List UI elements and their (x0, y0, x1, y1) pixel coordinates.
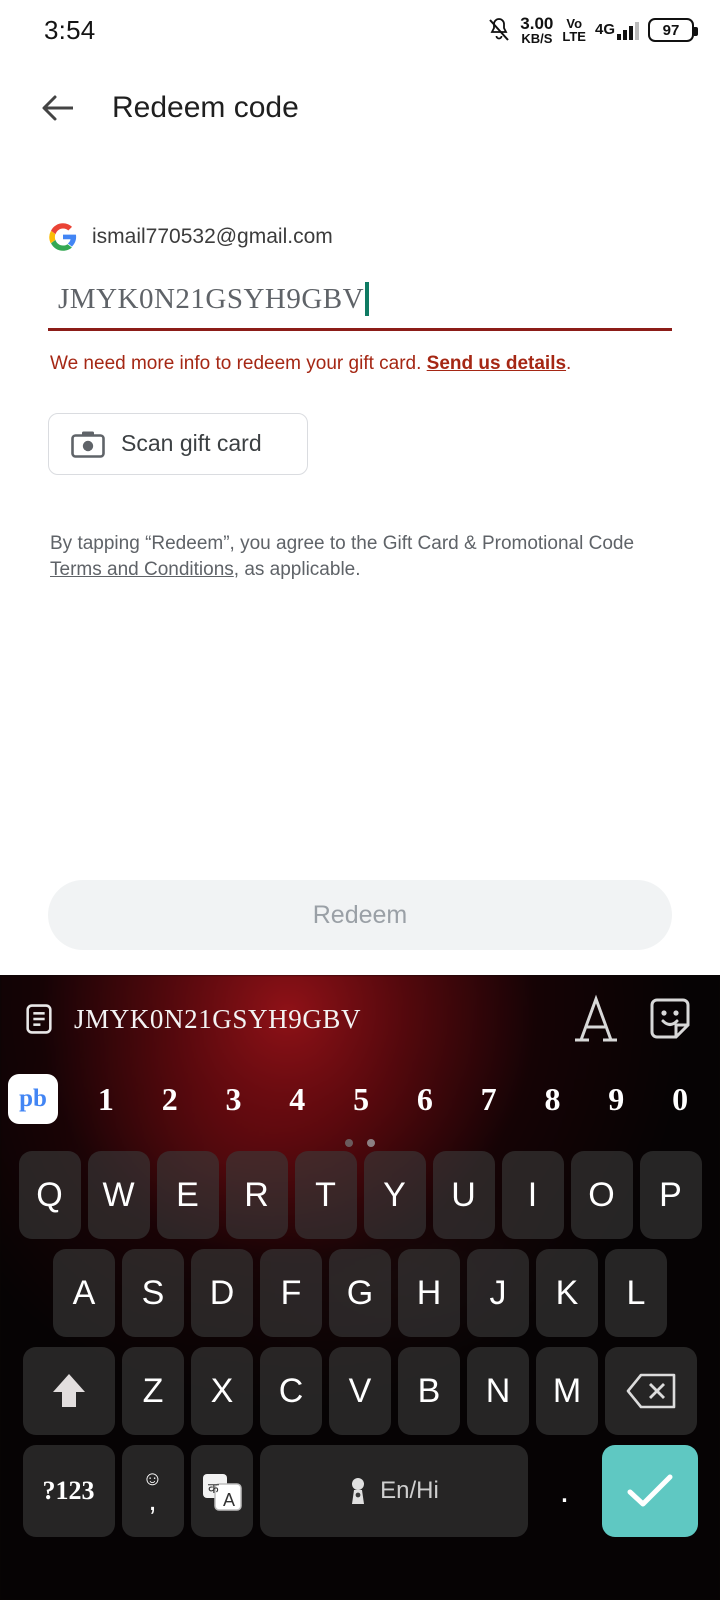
keyboard-row-3: Z X C V B N M (0, 1347, 720, 1435)
key-0[interactable]: 0 (648, 1081, 712, 1118)
comma-key[interactable]: ☺ , (121, 1445, 184, 1537)
status-bar: 3:54 3.00 KB/S Vo LTE 4G 97 (0, 0, 720, 60)
comma-label: , (148, 1484, 157, 1517)
google-g-icon (48, 222, 78, 252)
key-r[interactable]: R (225, 1151, 288, 1239)
main-content: ismail770532@gmail.com JMYK0N21GSYH9GBV … (0, 222, 720, 583)
key-i[interactable]: I (501, 1151, 564, 1239)
suggestion-text[interactable]: JMYK0N21GSYH9GBV (74, 1004, 550, 1035)
error-message-text: We need more info to redeem your gift ca… (50, 353, 427, 374)
period-key[interactable]: . (535, 1445, 595, 1537)
camera-icon (71, 430, 105, 458)
key-c[interactable]: C (260, 1347, 322, 1435)
terms-and-conditions-link[interactable]: Terms and Conditions (50, 559, 234, 580)
clipboard-icon[interactable] (22, 1002, 56, 1036)
scan-gift-card-label: Scan gift card (121, 430, 262, 457)
key-7[interactable]: 7 (457, 1081, 521, 1118)
account-row[interactable]: ismail770532@gmail.com (48, 222, 672, 252)
keyboard-suggestion-bar: JMYK0N21GSYH9GBV (0, 975, 720, 1063)
signal-indicator: 4G (595, 21, 639, 40)
key-f[interactable]: F (260, 1249, 322, 1337)
key-o[interactable]: O (570, 1151, 633, 1239)
key-8[interactable]: 8 (521, 1081, 585, 1118)
key-5[interactable]: 5 (329, 1081, 393, 1118)
key-3[interactable]: 3 (202, 1081, 266, 1118)
key-4[interactable]: 4 (265, 1081, 329, 1118)
sticker-smiley-icon[interactable] (642, 991, 698, 1047)
terms-text: By tapping “Redeem”, you agree to the Gi… (48, 531, 668, 583)
code-field[interactable]: JMYK0N21GSYH9GBV (48, 276, 672, 331)
terms-line1: By tapping “Redeem”, you agree to the Gi… (50, 532, 635, 554)
space-key-label: En/Hi (380, 1477, 439, 1504)
language-switch-icon[interactable]: कA (190, 1445, 253, 1537)
pb-badge-icon[interactable]: pb (8, 1074, 58, 1124)
key-l[interactable]: L (605, 1249, 667, 1337)
keyboard-row-1: Q W E R T Y U I O P (0, 1151, 720, 1239)
status-bar-indicators: 3.00 KB/S Vo LTE 4G 97 (487, 14, 698, 46)
key-6[interactable]: 6 (393, 1081, 457, 1118)
key-1[interactable]: 1 (74, 1081, 138, 1118)
key-z[interactable]: Z (122, 1347, 184, 1435)
key-a[interactable]: A (53, 1249, 115, 1337)
key-p[interactable]: P (639, 1151, 702, 1239)
key-m[interactable]: M (536, 1347, 598, 1435)
page-title: Redeem code (112, 91, 299, 124)
key-g[interactable]: G (329, 1249, 391, 1337)
keyboard-row-4: ?123 ☺ , कA En/Hi . (0, 1445, 720, 1537)
signal-bars-icon (617, 21, 639, 40)
backspace-icon[interactable] (605, 1347, 697, 1435)
text-caret (365, 282, 370, 316)
svg-text:क: क (208, 1480, 219, 1496)
code-input[interactable]: JMYK0N21GSYH9GBV (48, 276, 672, 328)
network-speed-indicator: 3.00 KB/S (520, 14, 554, 46)
terms-tail: , as applicable. (233, 558, 361, 580)
redeem-button[interactable]: Redeem (48, 880, 672, 950)
key-w[interactable]: W (87, 1151, 150, 1239)
key-u[interactable]: U (432, 1151, 495, 1239)
scan-gift-card-button[interactable]: Scan gift card (48, 412, 308, 475)
key-2[interactable]: 2 (138, 1081, 202, 1118)
code-input-underline (48, 328, 672, 331)
key-s[interactable]: S (122, 1249, 184, 1337)
keyboard-row-2: A S D F G H J K L (0, 1249, 720, 1337)
key-n[interactable]: N (467, 1347, 529, 1435)
volte-indicator: Vo LTE (562, 16, 586, 44)
key-y[interactable]: Y (363, 1151, 426, 1239)
number-keys: 1 2 3 4 5 6 7 8 9 0 (74, 1081, 712, 1118)
error-message: We need more info to redeem your gift ca… (48, 351, 672, 377)
key-d[interactable]: D (191, 1249, 253, 1337)
space-key[interactable]: En/Hi (259, 1445, 528, 1537)
key-t[interactable]: T (294, 1151, 357, 1239)
key-v[interactable]: V (329, 1347, 391, 1435)
app-bar: Redeem code (0, 60, 720, 156)
account-email: ismail770532@gmail.com (92, 225, 333, 248)
on-screen-keyboard: JMYK0N21GSYH9GBV pb 1 2 3 4 5 6 7 8 9 0 (0, 975, 720, 1600)
key-b[interactable]: B (398, 1347, 460, 1435)
error-message-tail: . (566, 353, 572, 374)
font-a-icon[interactable] (568, 991, 624, 1047)
checkmark-icon (624, 1471, 676, 1511)
battery-indicator: 97 (648, 18, 698, 42)
shift-up-icon[interactable] (23, 1347, 115, 1435)
svg-text:A: A (223, 1490, 235, 1510)
code-input-value: JMYK0N21GSYH9GBV (58, 282, 365, 315)
send-us-details-link[interactable]: Send us details (427, 353, 566, 374)
key-k[interactable]: K (536, 1249, 598, 1337)
keyboard-page-dots (0, 1135, 720, 1151)
key-h[interactable]: H (398, 1249, 460, 1337)
status-bar-clock: 3:54 (44, 14, 96, 45)
enter-key[interactable] (601, 1445, 698, 1537)
back-arrow-icon[interactable] (36, 86, 80, 130)
key-x[interactable]: X (191, 1347, 253, 1435)
mic-key-icon (348, 1476, 368, 1506)
symbols-key[interactable]: ?123 (22, 1445, 115, 1537)
key-e[interactable]: E (156, 1151, 219, 1239)
keyboard-number-row: pb 1 2 3 4 5 6 7 8 9 0 (0, 1063, 720, 1135)
key-q[interactable]: Q (18, 1151, 81, 1239)
key-9[interactable]: 9 (584, 1081, 648, 1118)
redeem-button-container: Redeem (0, 880, 720, 950)
bell-muted-icon (487, 17, 511, 43)
key-j[interactable]: J (467, 1249, 529, 1337)
